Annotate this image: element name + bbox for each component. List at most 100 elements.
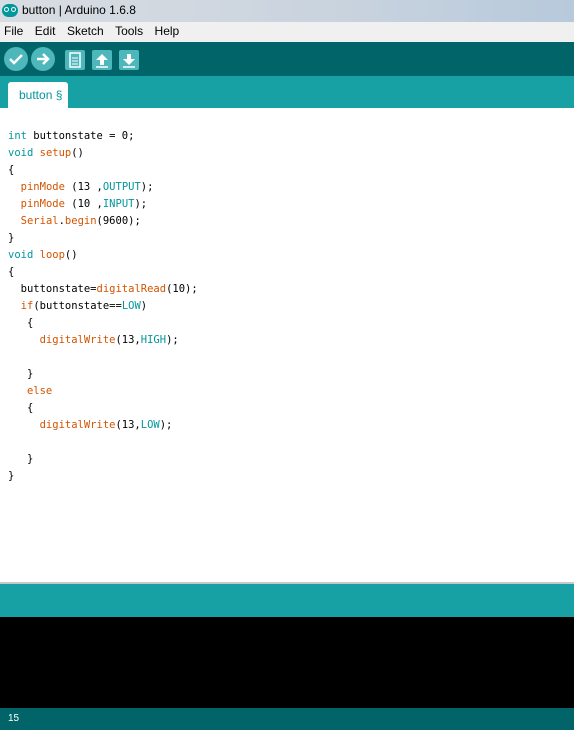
code-line[interactable]: {: [8, 315, 198, 332]
line-number: 15: [8, 713, 20, 724]
code-line[interactable]: pinMode (10 ,INPUT);: [8, 196, 198, 213]
open-button[interactable]: [92, 50, 112, 70]
code-token: if: [20, 300, 34, 312]
code-line[interactable]: }: [8, 468, 198, 485]
arrow-up-icon: [96, 54, 108, 68]
code-line[interactable]: {: [8, 162, 198, 179]
code-token: }: [8, 232, 15, 244]
code-token: setup: [39, 147, 72, 159]
arduino-logo-icon: [2, 4, 18, 17]
code-token: void: [8, 249, 34, 261]
code-token: (13,: [115, 419, 141, 431]
code-token: LOW: [140, 419, 160, 431]
code-token: Serial: [20, 215, 59, 227]
code-token: {: [8, 164, 15, 176]
tab-strip: button §: [0, 76, 574, 108]
code-token: (9600);: [96, 215, 141, 227]
code-token: {: [8, 317, 34, 329]
code-token: (13,: [115, 334, 141, 346]
window-title: button | Arduino 1.6.8: [22, 3, 136, 17]
upload-button[interactable]: [31, 47, 55, 71]
code-line[interactable]: digitalWrite(13,HIGH);: [8, 332, 198, 349]
code-token: void: [8, 147, 34, 159]
code-token: digitalRead: [96, 283, 167, 295]
code-token: );: [134, 198, 148, 210]
tab-label: button §: [19, 88, 63, 102]
code-token: LOW: [121, 300, 141, 312]
new-button[interactable]: [65, 50, 85, 70]
code-token: );: [159, 419, 173, 431]
arrow-right-icon: [37, 53, 50, 65]
code-token: ): [140, 300, 148, 312]
menu-file[interactable]: File: [0, 22, 26, 38]
code-token: digitalWrite: [39, 334, 116, 346]
code-token: OUTPUT: [102, 181, 141, 193]
arrow-down-icon: [123, 54, 135, 68]
code-token: begin: [64, 215, 97, 227]
code-line[interactable]: buttonstate=digitalRead(10);: [8, 281, 198, 298]
code-token: (10);: [166, 283, 198, 295]
code-line[interactable]: [8, 434, 198, 451]
title-bar: button | Arduino 1.6.8: [0, 0, 574, 22]
code-line[interactable]: void loop(): [8, 247, 198, 264]
code-line[interactable]: }: [8, 366, 198, 383]
code-text[interactable]: int buttonstate = 0; void setup(){ pinMod…: [8, 128, 198, 485]
code-line[interactable]: pinMode (13 ,OUTPUT);: [8, 179, 198, 196]
code-line[interactable]: [8, 349, 198, 366]
code-token: (buttonstate==: [33, 300, 122, 312]
code-token: pinMode: [20, 181, 65, 193]
code-line[interactable]: }: [8, 451, 198, 468]
code-token: buttonstate=: [8, 283, 97, 295]
document-icon: [69, 52, 81, 68]
code-token: INPUT: [102, 198, 135, 210]
code-token: );: [140, 181, 154, 193]
tab-button[interactable]: button §: [8, 82, 68, 108]
code-editor[interactable]: int buttonstate = 0; void setup(){ pinMod…: [0, 108, 574, 582]
check-icon: [9, 54, 23, 65]
code-token: (13 ,: [64, 181, 103, 193]
verify-button[interactable]: [4, 47, 28, 71]
code-line[interactable]: int buttonstate = 0;: [8, 128, 198, 145]
code-token: {: [8, 266, 15, 278]
code-token: (10 ,: [64, 198, 103, 210]
console-output[interactable]: [0, 617, 574, 708]
footer-bar: 15: [0, 708, 574, 730]
code-line[interactable]: Serial.begin(9600);: [8, 213, 198, 230]
code-token: (): [71, 147, 84, 159]
menu-help[interactable]: Help: [151, 22, 183, 38]
code-token: buttonstate = 0;: [26, 130, 135, 142]
code-line[interactable]: digitalWrite(13,LOW);: [8, 417, 198, 434]
code-token: int: [8, 130, 27, 142]
menu-bar: File Edit Sketch Tools Help: [0, 22, 574, 42]
code-token: HIGH: [140, 334, 167, 346]
menu-edit[interactable]: Edit: [31, 22, 59, 38]
code-token: (): [64, 249, 78, 261]
toolbar: [0, 42, 574, 76]
code-token: }: [8, 453, 34, 465]
code-token: digitalWrite: [39, 419, 116, 431]
code-token: else: [26, 385, 53, 397]
menu-sketch[interactable]: Sketch: [63, 22, 107, 38]
status-bar: [0, 584, 574, 617]
code-line[interactable]: void setup(): [8, 145, 198, 162]
code-token: );: [166, 334, 179, 346]
code-token: {: [8, 402, 34, 414]
code-line[interactable]: }: [8, 230, 198, 247]
code-line[interactable]: {: [8, 264, 198, 281]
code-token: pinMode: [20, 198, 65, 210]
code-token: }: [8, 368, 34, 380]
save-button[interactable]: [119, 50, 139, 70]
menu-tools[interactable]: Tools: [111, 22, 146, 38]
code-line[interactable]: {: [8, 400, 198, 417]
code-line[interactable]: if(buttonstate==LOW): [8, 298, 198, 315]
code-line[interactable]: else: [8, 383, 198, 400]
code-token: }: [8, 470, 15, 482]
code-token: loop: [39, 249, 65, 261]
